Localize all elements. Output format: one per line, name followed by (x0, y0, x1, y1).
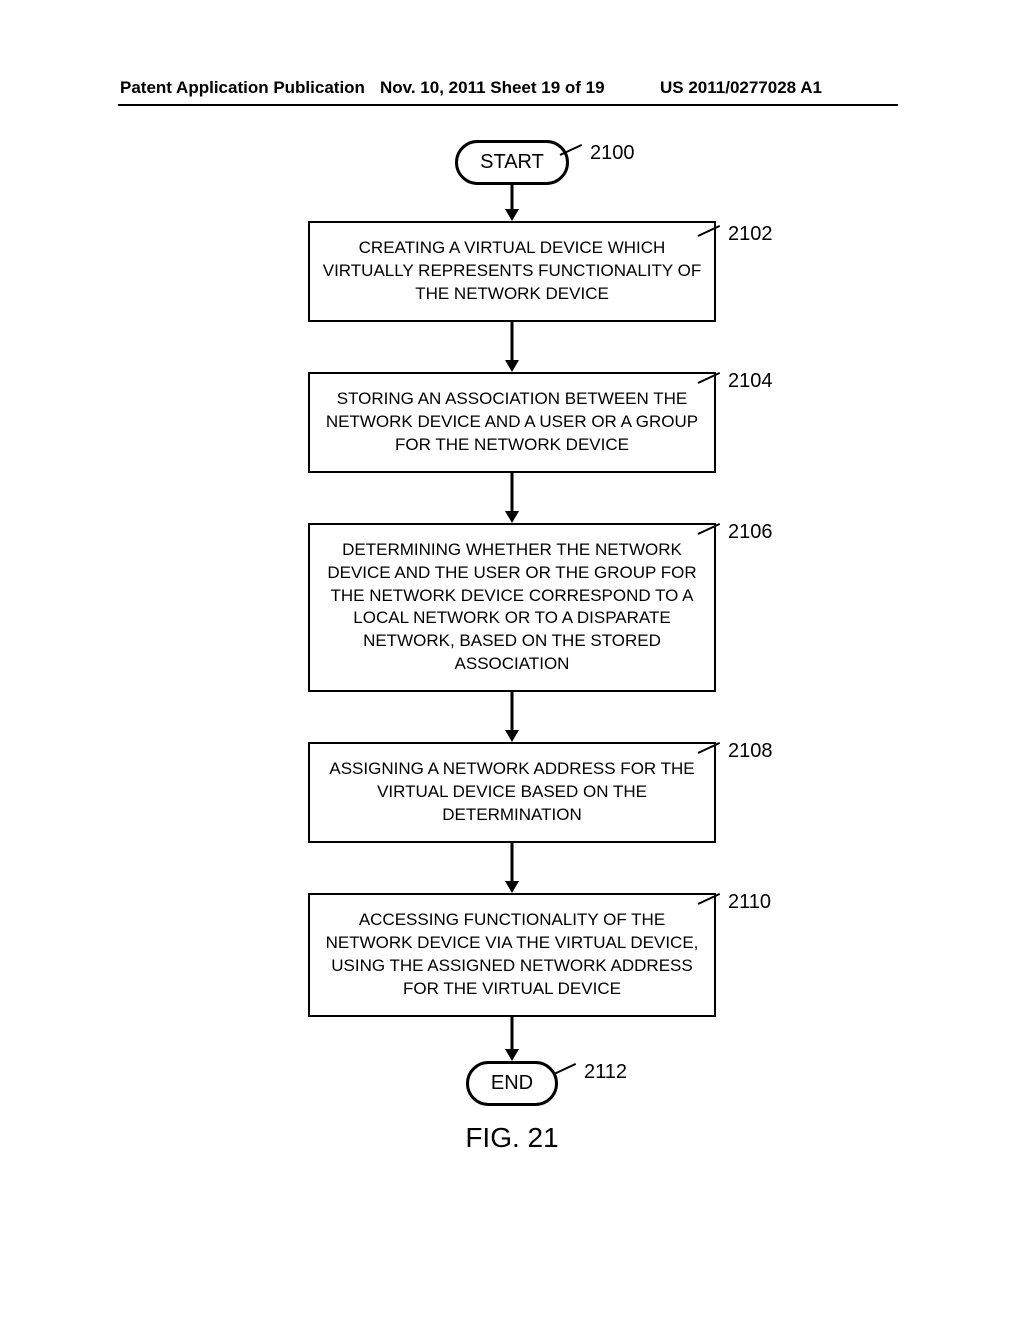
ref-2112: 2112 (584, 1061, 627, 1084)
arrow-down-icon (502, 692, 522, 742)
ref-tick-icon (554, 1063, 577, 1075)
arrow-down-icon (502, 843, 522, 893)
flowchart: START 2100 CREATING A VIRTUAL DEVICE WHI… (0, 140, 1024, 1154)
header-right: US 2011/0277028 A1 (660, 78, 822, 98)
figure-label: FIG. 21 (0, 1122, 1024, 1154)
ref-2106: 2106 (728, 521, 773, 544)
process-2104: STORING AN ASSOCIATION BETWEEN THE NETWO… (308, 372, 716, 473)
arrow-down-icon (502, 185, 522, 221)
node-2108-wrap: ASSIGNING A NETWORK ADDRESS FOR THE VIRT… (0, 742, 1024, 843)
node-end-wrap: END 2112 (0, 1061, 1024, 1106)
arrow (0, 473, 1024, 523)
arrow (0, 843, 1024, 893)
ref-2110: 2110 (728, 891, 771, 914)
process-2110: ACCESSING FUNCTIONALITY OF THE NETWORK D… (308, 893, 716, 1017)
arrow-down-icon (502, 473, 522, 523)
node-2106-wrap: DETERMINING WHETHER THE NETWORK DEVICE A… (0, 523, 1024, 693)
header-mid: Nov. 10, 2011 Sheet 19 of 19 (380, 78, 605, 98)
start-terminal: START (455, 140, 569, 185)
page: Patent Application Publication Nov. 10, … (0, 0, 1024, 1320)
ref-2108: 2108 (728, 740, 773, 763)
ref-2102: 2102 (728, 223, 773, 246)
end-terminal: END (466, 1061, 558, 1106)
arrow-down-icon (502, 322, 522, 372)
arrow-down-icon (502, 1017, 522, 1061)
ref-2100: 2100 (590, 142, 635, 165)
arrow (0, 322, 1024, 372)
process-2102: CREATING A VIRTUAL DEVICE WHICH VIRTUALL… (308, 221, 716, 322)
header-left: Patent Application Publication (120, 78, 365, 98)
header-rule (118, 104, 898, 106)
node-2110-wrap: ACCESSING FUNCTIONALITY OF THE NETWORK D… (0, 893, 1024, 1017)
node-start-wrap: START 2100 (0, 140, 1024, 185)
process-2108: ASSIGNING A NETWORK ADDRESS FOR THE VIRT… (308, 742, 716, 843)
node-2104-wrap: STORING AN ASSOCIATION BETWEEN THE NETWO… (0, 372, 1024, 473)
node-2102-wrap: CREATING A VIRTUAL DEVICE WHICH VIRTUALL… (0, 221, 1024, 322)
ref-2104: 2104 (728, 370, 773, 393)
arrow (0, 692, 1024, 742)
process-2106: DETERMINING WHETHER THE NETWORK DEVICE A… (308, 523, 716, 693)
arrow (0, 1017, 1024, 1061)
arrow (0, 185, 1024, 221)
